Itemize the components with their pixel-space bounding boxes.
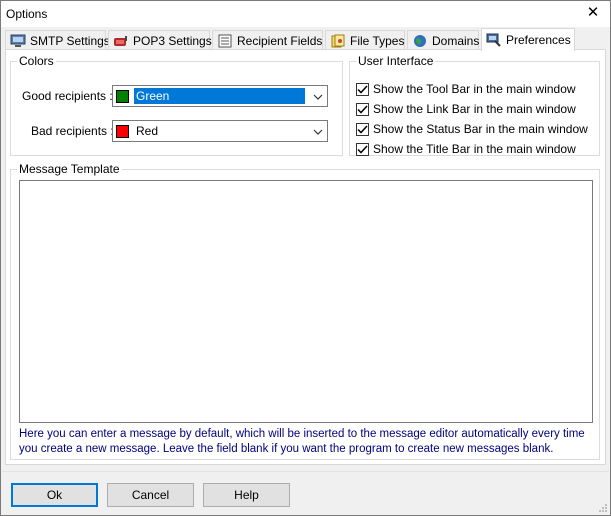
tab-preferences[interactable]: Preferences xyxy=(481,28,575,51)
chevron-down-icon[interactable] xyxy=(309,124,327,138)
good-recipients-label: Good recipients : xyxy=(22,89,113,103)
statusbar-checkbox-row[interactable]: Show the Status Bar in the main window xyxy=(356,122,588,136)
title-bar[interactable]: Options ✕ xyxy=(1,1,610,27)
user-interface-group: User Interface Show the Tool Bar in the … xyxy=(349,54,600,156)
checkmark-icon xyxy=(357,84,368,94)
bad-recipients-value: Red xyxy=(136,124,159,138)
globe-icon xyxy=(414,34,426,47)
titlebar-checkbox-label: Show the Title Bar in the main window xyxy=(373,142,576,156)
preferences-panel: Colors Good recipients : Green Bad recip… xyxy=(5,49,606,465)
linkbar-checkbox-label: Show the Link Bar in the main window xyxy=(373,102,576,116)
cancel-button[interactable]: Cancel xyxy=(107,483,194,507)
tab-pop3-settings[interactable]: POP3 Settings xyxy=(108,30,212,50)
chevron-down-icon[interactable] xyxy=(309,89,327,103)
statusbar-checkbox-label: Show the Status Bar in the main window xyxy=(373,122,588,136)
window-title: Options xyxy=(6,7,48,21)
user-interface-legend: User Interface xyxy=(358,54,434,68)
titlebar-checkbox[interactable] xyxy=(356,142,369,156)
mailbox-icon xyxy=(114,35,127,46)
checkmark-icon xyxy=(357,144,368,154)
ok-button[interactable]: Ok xyxy=(11,483,98,507)
tab-label: Recipient Fields xyxy=(237,33,323,48)
tab-file-types[interactable]: File Types xyxy=(325,30,405,50)
tab-label: POP3 Settings xyxy=(133,33,212,48)
toolbar-checkbox-row[interactable]: Show the Tool Bar in the main window xyxy=(356,82,576,96)
resize-grip-icon[interactable] xyxy=(598,503,608,513)
colors-legend: Colors xyxy=(19,54,54,68)
green-swatch xyxy=(116,89,129,103)
tab-label: Preferences xyxy=(506,33,571,47)
form-icon xyxy=(218,34,232,47)
checkmark-icon xyxy=(357,104,368,114)
titlebar-checkbox-row[interactable]: Show the Title Bar in the main window xyxy=(356,142,576,156)
button-bar-divider xyxy=(2,471,609,472)
preferences-icon xyxy=(486,33,501,47)
files-icon xyxy=(331,34,345,47)
toolbar-checkbox[interactable] xyxy=(356,82,369,96)
good-recipients-value: Green xyxy=(134,88,305,104)
statusbar-checkbox[interactable] xyxy=(356,122,369,136)
checkmark-icon xyxy=(357,124,368,134)
red-swatch xyxy=(116,124,129,138)
toolbar-checkbox-label: Show the Tool Bar in the main window xyxy=(373,82,576,96)
message-template-hint: Here you can enter a message by default,… xyxy=(19,428,585,455)
tab-label: SMTP Settings xyxy=(30,33,110,48)
tab-label: File Types xyxy=(350,33,405,48)
tab-strip: SMTP Settings POP3 Settings Recipient Fi… xyxy=(5,28,605,51)
linkbar-checkbox-row[interactable]: Show the Link Bar in the main window xyxy=(356,102,576,116)
bad-recipients-label: Bad recipients : xyxy=(31,124,114,138)
tab-domains[interactable]: Domains xyxy=(407,30,479,50)
help-button[interactable]: Help xyxy=(203,483,290,507)
message-template-textarea[interactable] xyxy=(19,180,593,423)
bad-recipients-color-select[interactable]: Red xyxy=(112,120,328,142)
colors-group: Colors Good recipients : Green Bad recip… xyxy=(10,54,343,156)
good-recipients-color-select[interactable]: Green xyxy=(112,85,328,107)
close-button[interactable]: ✕ xyxy=(576,1,610,27)
tab-label: Domains xyxy=(432,33,480,48)
computer-icon xyxy=(10,34,26,47)
message-template-legend: Message Template xyxy=(19,162,120,176)
tab-smtp-settings[interactable]: SMTP Settings xyxy=(5,30,110,50)
linkbar-checkbox[interactable] xyxy=(356,102,369,116)
options-dialog: Options ✕ SMTP Settings POP3 Settings Re… xyxy=(0,0,611,516)
tab-recipient-fields[interactable]: Recipient Fields xyxy=(212,30,323,50)
message-template-group: Message Template Here you can enter a me… xyxy=(10,162,600,460)
